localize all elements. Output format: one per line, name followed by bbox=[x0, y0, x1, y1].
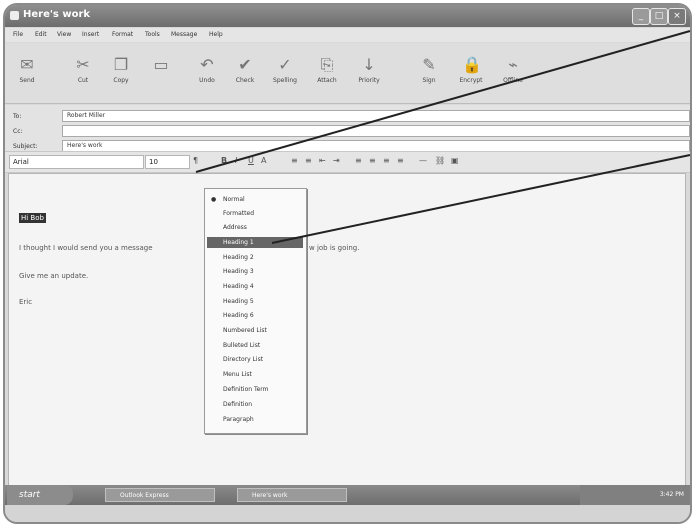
style-heading-3[interactable]: Heading 3 bbox=[207, 266, 303, 277]
menu-tools[interactable]: Tools bbox=[145, 31, 160, 38]
underline-icon[interactable]: U bbox=[248, 156, 254, 165]
horizontal-line-icon[interactable]: — bbox=[419, 156, 427, 165]
attach-button[interactable]: ⎘ Attach bbox=[311, 55, 343, 93]
minimize-button[interactable]: _ bbox=[632, 8, 650, 25]
insert-picture-icon[interactable]: ▣ bbox=[451, 156, 459, 165]
offline-icon: ⌁ bbox=[508, 55, 518, 74]
align-right-icon[interactable]: ≡ bbox=[383, 156, 390, 165]
window-title: Here's work bbox=[23, 9, 91, 20]
subject-label: Subject: bbox=[13, 143, 38, 150]
decrease-indent-icon[interactable]: ⇤ bbox=[319, 156, 326, 165]
check-names-icon: ✔ bbox=[238, 55, 252, 74]
menu-bar: File Edit View Insert Format Tools Messa… bbox=[5, 28, 690, 42]
body-signature: Eric bbox=[19, 298, 33, 306]
menu-file[interactable]: File bbox=[13, 31, 23, 38]
start-button[interactable]: start bbox=[7, 485, 73, 505]
to-label[interactable]: To: bbox=[13, 113, 21, 120]
check-names-button[interactable]: ✔ Check bbox=[229, 55, 261, 93]
send-button[interactable]: ✉ Send bbox=[11, 55, 43, 93]
toolbar: ✉ Send ✂ Cut ❐ Copy ▭ ↶ Undo ✔ Check ✓ Spellin… bbox=[5, 43, 690, 104]
cc-label[interactable]: Cc: bbox=[13, 128, 23, 135]
increase-indent-icon[interactable]: ⇥ bbox=[333, 156, 340, 165]
menu-view[interactable]: View bbox=[57, 31, 71, 38]
justify-icon[interactable]: ≡ bbox=[397, 156, 404, 165]
menu-message[interactable]: Message bbox=[171, 31, 197, 38]
paste-icon: ▭ bbox=[153, 55, 169, 74]
style-bulleted-list[interactable]: Bulleted List bbox=[207, 340, 303, 351]
priority-button[interactable]: ↓ Priority bbox=[353, 55, 385, 93]
menu-insert[interactable]: Insert bbox=[82, 31, 99, 38]
cut-icon: ✂ bbox=[76, 55, 90, 74]
font-color-icon[interactable]: A bbox=[261, 156, 266, 165]
paste-button[interactable]: ▭ bbox=[145, 55, 177, 93]
style-directory-list[interactable]: Directory List bbox=[207, 354, 303, 365]
body-heading: Hi Bob bbox=[19, 213, 46, 223]
style-definition-term[interactable]: Definition Term bbox=[207, 384, 303, 395]
priority-icon: ↓ bbox=[362, 55, 376, 74]
style-heading-4[interactable]: Heading 4 bbox=[207, 281, 303, 292]
sign-icon: ✎ bbox=[422, 55, 436, 74]
bold-icon[interactable]: B bbox=[221, 156, 227, 165]
style-definition[interactable]: Definition bbox=[207, 399, 303, 410]
taskbar-outlook[interactable]: Outlook Express bbox=[105, 488, 215, 502]
copy-icon: ❐ bbox=[113, 55, 129, 74]
body-line-2: Give me an update. bbox=[19, 272, 89, 280]
to-field[interactable]: Robert Miller bbox=[62, 110, 690, 122]
sign-button[interactable]: ✎ Sign bbox=[413, 55, 445, 93]
system-tray: 3:42 PM bbox=[580, 485, 690, 505]
title-bar: Here's work _ □ × bbox=[5, 5, 690, 27]
style-numbered-list[interactable]: Numbered List bbox=[207, 325, 303, 336]
body-line-1-tail: w job is going. bbox=[309, 244, 360, 252]
taskbar-compose[interactable]: Here's work bbox=[237, 488, 347, 502]
offline-button[interactable]: ⌁ Offline bbox=[497, 55, 529, 93]
address-fields: To: Robert Miller Cc: Subject: Here's wo… bbox=[5, 105, 690, 155]
style-heading-5[interactable]: Heading 5 bbox=[207, 296, 303, 307]
menu-format[interactable]: Format bbox=[112, 31, 133, 38]
maximize-button[interactable]: □ bbox=[650, 8, 668, 25]
style-heading-6[interactable]: Heading 6 bbox=[207, 310, 303, 321]
style-formatted[interactable]: Formatted bbox=[207, 208, 303, 219]
taskbar: start Outlook Express Here's work 3:42 P… bbox=[5, 485, 690, 522]
align-left-icon[interactable]: ≡ bbox=[355, 156, 362, 165]
encrypt-icon: 🔒 bbox=[462, 55, 482, 74]
menu-edit[interactable]: Edit bbox=[35, 31, 47, 38]
spelling-button[interactable]: ✓ Spelling bbox=[269, 55, 301, 93]
style-heading-1[interactable]: Heading 1 bbox=[207, 237, 303, 248]
bulleted-list-icon[interactable]: ≡ bbox=[305, 156, 312, 165]
paragraph-style-dropdown[interactable]: ● Normal Formatted Address Heading 1 Head… bbox=[204, 188, 307, 434]
encrypt-button[interactable]: 🔒 Encrypt bbox=[455, 55, 487, 93]
checked-bullet-icon: ● bbox=[211, 196, 217, 203]
style-normal[interactable]: ● Normal bbox=[207, 194, 303, 205]
body-line-1: I thought I would send you a message bbox=[19, 244, 153, 252]
copy-button[interactable]: ❐ Copy bbox=[105, 55, 137, 93]
style-menu-list[interactable]: Menu List bbox=[207, 369, 303, 380]
numbered-list-icon[interactable]: ≡ bbox=[291, 156, 298, 165]
spelling-icon: ✓ bbox=[278, 55, 292, 74]
undo-icon: ↶ bbox=[200, 55, 214, 74]
style-paragraph[interactable]: Paragraph bbox=[207, 414, 303, 425]
align-center-icon[interactable]: ≡ bbox=[369, 156, 376, 165]
app-icon bbox=[10, 11, 19, 20]
attach-icon: ⎘ bbox=[320, 55, 334, 74]
hyperlink-icon[interactable]: ⛓ bbox=[435, 156, 445, 165]
compose-window: Here's work _ □ × File Edit View Insert … bbox=[3, 3, 692, 524]
font-size-select[interactable]: 10 bbox=[145, 155, 190, 169]
style-address[interactable]: Address bbox=[207, 222, 303, 233]
style-heading-2[interactable]: Heading 2 bbox=[207, 252, 303, 263]
formatting-toolbar: Arial 10 ¶ B I U A ≡ ≡ ⇤ ⇥ ≡ ≡ ≡ ≡ — ⛓ ▣ bbox=[5, 151, 690, 173]
cut-button[interactable]: ✂ Cut bbox=[67, 55, 99, 93]
cc-field[interactable] bbox=[62, 125, 690, 137]
close-button[interactable]: × bbox=[668, 8, 686, 25]
menu-help[interactable]: Help bbox=[209, 31, 223, 38]
italic-icon[interactable]: I bbox=[235, 156, 237, 165]
paragraph-style-icon[interactable]: ¶ bbox=[193, 156, 198, 165]
message-body[interactable]: Hi Bob I thought I would send you a mess… bbox=[8, 173, 686, 487]
undo-button[interactable]: ↶ Undo bbox=[191, 55, 223, 93]
font-select[interactable]: Arial bbox=[9, 155, 144, 169]
send-icon: ✉ bbox=[20, 55, 34, 74]
